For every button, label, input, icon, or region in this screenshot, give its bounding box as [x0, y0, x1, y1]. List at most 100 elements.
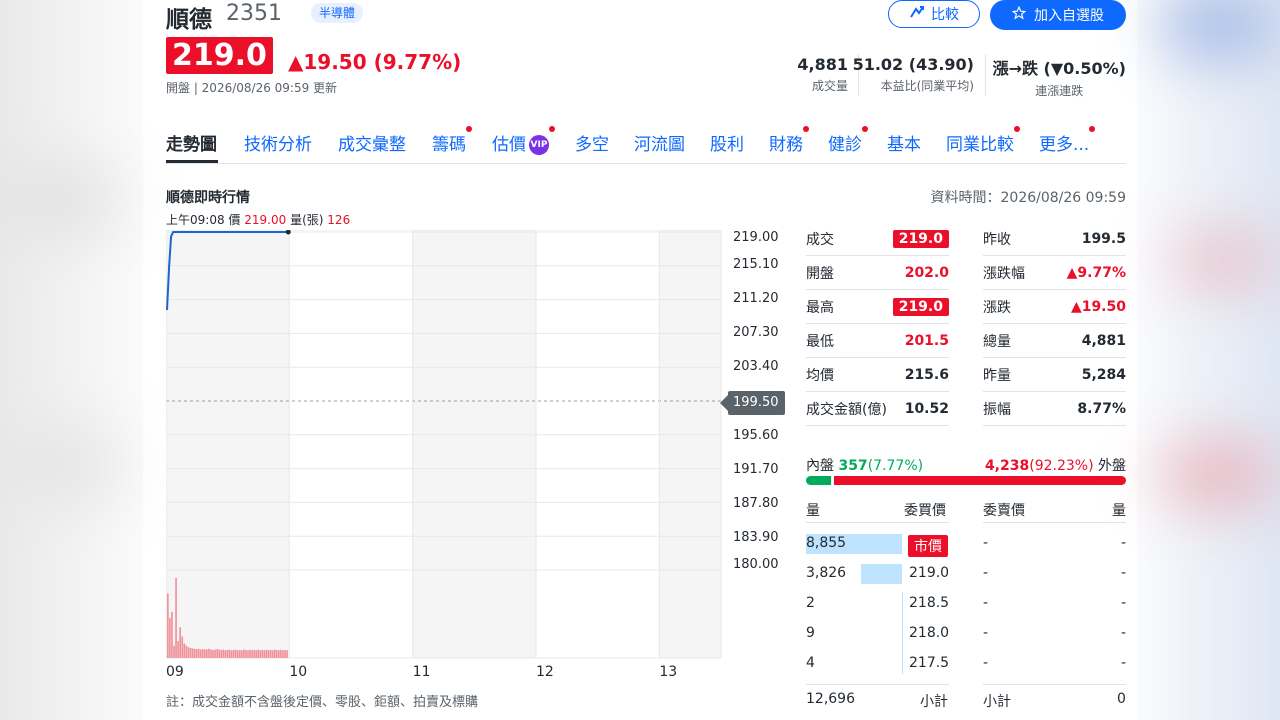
y-tick-label: 219.00: [733, 230, 779, 245]
tab-13[interactable]: 更多...: [1039, 126, 1096, 155]
bid-volume: 9: [806, 625, 815, 641]
tab-4[interactable]: 籌碼: [432, 126, 472, 155]
bid-price: 217.5: [909, 655, 950, 671]
vip-badge: VIP: [529, 135, 549, 155]
volume-bar: [169, 618, 171, 658]
tab-5[interactable]: 估價 VIP: [492, 126, 555, 155]
volume-bar: [271, 650, 274, 658]
outer-volume: 4,238(92.23%) 外盤: [984, 458, 1126, 474]
session-shade: [166, 230, 290, 658]
ask-volume: -: [1121, 535, 1127, 551]
compare-icon: [909, 5, 925, 23]
ask-volume: -: [1121, 595, 1127, 611]
volume-bar: [185, 645, 188, 658]
compare-button[interactable]: 比較: [888, 0, 980, 28]
stat-volume: 4,881 成交量: [797, 55, 848, 93]
volume-bar: [273, 649, 276, 658]
tab-8[interactable]: 股利: [710, 130, 744, 155]
bid-price: 218.0: [909, 625, 950, 641]
volume-bar: [199, 649, 202, 658]
reference-price-badge: 199.50: [720, 391, 785, 415]
volume-bar: [234, 649, 237, 658]
quote-row: 均價 215.6: [806, 358, 949, 392]
quote-row: 總量 4,881: [983, 324, 1126, 358]
bid-volume: 3,826: [806, 565, 847, 581]
volume-bar: [183, 643, 186, 658]
volume-bar: [230, 650, 233, 658]
bid-volume: 2: [806, 595, 815, 611]
ask-price: -: [983, 565, 989, 581]
ask-volume-header: 量: [1112, 503, 1126, 519]
volume-bar: [259, 650, 262, 658]
add-to-watchlist-button[interactable]: 加入自選股: [990, 0, 1126, 30]
chart-cursor-info: 上午09:08 價 219.00 量(張) 126: [166, 213, 351, 227]
tab-3[interactable]: 成交彙整: [338, 130, 406, 155]
volume-bar: [191, 648, 194, 658]
session-shade: [412, 230, 536, 658]
quote-row: 成交 219.0: [806, 222, 949, 256]
y-tick-label: 191.70: [733, 462, 779, 477]
quote-row: 昨量 5,284: [983, 358, 1126, 392]
volume-bar: [269, 650, 272, 658]
x-tick-label: 12: [536, 664, 554, 680]
volume-bar: [193, 648, 196, 658]
y-tick-label: 195.60: [733, 428, 779, 443]
tab-9[interactable]: 財務: [769, 126, 809, 155]
volume-bar: [181, 636, 184, 658]
ask-price: -: [983, 595, 989, 611]
update-time: 開盤 | 2026/08/26 09:59 更新: [166, 81, 338, 95]
stat-streak: 漲→跌 (▼0.50%) 連漲連跌: [992, 59, 1126, 98]
ask-price: -: [983, 655, 989, 671]
notification-dot: [862, 126, 868, 132]
ask-volume: -: [1121, 625, 1127, 641]
volume-bar: [167, 593, 169, 658]
volume-bar: [286, 650, 288, 658]
bid-total: 12,696: [806, 691, 855, 707]
y-tick-label: 207.30: [733, 325, 779, 340]
bid-bar-baseline: [902, 592, 903, 674]
industry-tag[interactable]: 半導體: [311, 3, 364, 23]
outer-ratio-fill: [833, 476, 1126, 485]
volume-bar: [257, 649, 260, 658]
inner-outer-ratio-bar: [806, 476, 1126, 485]
volume-bar: [263, 650, 266, 658]
volume-bar: [247, 650, 249, 658]
volume-bar: [210, 649, 212, 658]
volume-bar: [173, 645, 175, 658]
tab-2[interactable]: 技術分析: [244, 130, 312, 155]
volume-bar: [243, 649, 245, 658]
volume-bar: [212, 650, 214, 658]
quote-row: 漲跌 ▲19.50: [983, 290, 1126, 324]
stock-name: 順德: [166, 7, 212, 33]
volume-bar: [195, 649, 198, 658]
volume-bar: [267, 650, 270, 658]
intraday-chart[interactable]: [166, 230, 726, 660]
bid-price: 219.0: [909, 565, 950, 581]
x-tick-label: 13: [659, 664, 678, 680]
tab-7[interactable]: 河流圖: [634, 130, 685, 155]
tab-12[interactable]: 同業比較: [946, 126, 1020, 155]
tab-10[interactable]: 健診: [828, 126, 868, 155]
volume-bar: [261, 650, 264, 658]
volume-bar: [253, 650, 255, 658]
bid-volume-bar: [860, 564, 902, 584]
notification-dot: [1089, 126, 1096, 132]
ask-total: 0: [1117, 691, 1126, 707]
quote-row: 成交金額(億) 10.52: [806, 392, 949, 426]
volume-bar: [187, 647, 190, 658]
quote-row: 振幅 8.77%: [983, 392, 1126, 426]
background-left: [0, 0, 143, 720]
tab-bar: 走勢圖 技術分析 成交彙整 籌碼 估價 VIP 多空 河流圖 股利 財務 健診 基本 同業比較 更多...: [166, 126, 1096, 155]
notification-dot: [466, 126, 472, 132]
volume-bar: [201, 649, 204, 658]
tab-1[interactable]: 走勢圖: [166, 130, 217, 155]
tab-11[interactable]: 基本: [887, 130, 921, 155]
ask-volume: -: [1121, 565, 1127, 581]
ask-price-header: 委賣價: [983, 503, 1025, 519]
quote-row: 開盤 202.0: [806, 256, 949, 290]
tab-6[interactable]: 多空: [575, 130, 609, 155]
volume-bar: [241, 650, 243, 658]
session-shade: [659, 230, 721, 658]
volume-bar: [222, 649, 225, 658]
add-to-watchlist-label: 加入自選股: [1034, 8, 1104, 24]
